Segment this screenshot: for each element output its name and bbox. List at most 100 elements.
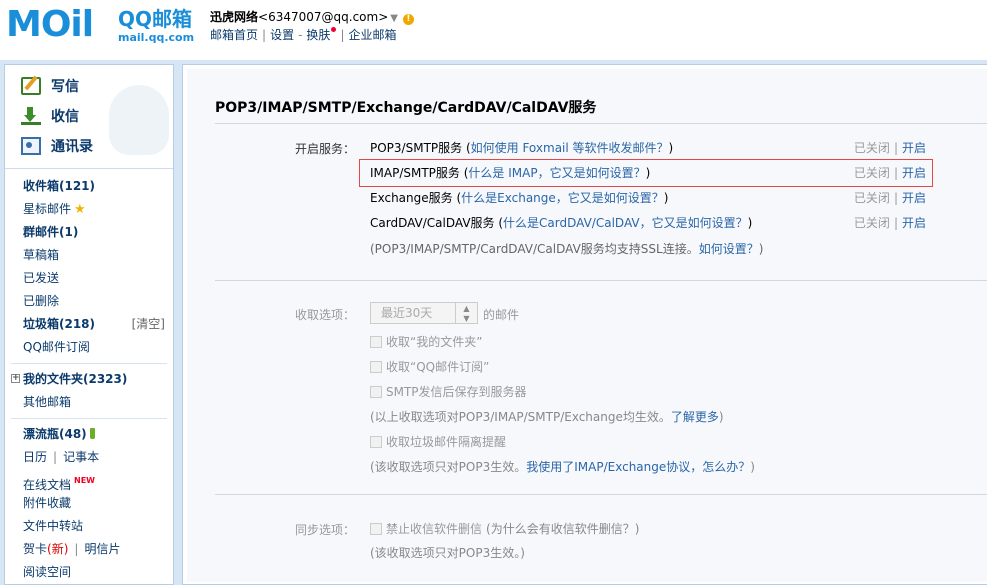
receive-note: (以上收取选项对POP3/IMAP/SMTP/Exchange均生效。了解更多) <box>370 408 724 425</box>
receive-label: 收信 <box>51 109 79 125</box>
enable-pop3-button[interactable]: 开启 <box>902 141 926 155</box>
folder-myfolders-label: 我的文件夹(2323) <box>23 372 128 386</box>
section-heading: POP3/IMAP/SMTP/Exchange/CardDAV/CalDAV服务 <box>215 100 597 116</box>
status-exchange: 已关闭 | 开启 <box>854 189 926 206</box>
divider: - <box>298 28 303 42</box>
divider: | <box>893 166 898 180</box>
divider: | <box>262 28 267 42</box>
delete-help[interactable]: (为什么会有收信软件删信？) <box>486 520 639 537</box>
help-link[interactable]: 如何使用 Foxmail 等软件收发邮件？ <box>471 141 669 155</box>
folder-starred-label: 星标邮件 <box>23 202 72 216</box>
folder-group[interactable]: 群邮件(1) <box>5 221 173 244</box>
contact-card-icon <box>21 137 41 155</box>
folder-starred[interactable]: 星标邮件 ★ <box>5 198 173 221</box>
star-icon: ★ <box>74 202 86 217</box>
status-off: 已关闭 <box>853 191 890 205</box>
folder-deleted[interactable]: 已删除 <box>5 290 173 313</box>
account-dropdown-icon[interactable]: ▼ <box>390 13 398 24</box>
cb-subscribe[interactable]: 收取“QQ邮件订阅” <box>370 358 489 375</box>
app-reading[interactable]: 阅读空间 <box>5 561 173 584</box>
imap-help-link[interactable]: 我使用了IMAP/Exchange协议，怎么办？ <box>526 460 750 474</box>
compose-label: 写信 <box>51 79 79 95</box>
cb-label: 禁止收信软件删信 <box>386 522 483 536</box>
compose-button[interactable]: 写信 <box>21 75 79 97</box>
contacts-label: 通讯录 <box>51 139 93 155</box>
pop3-note: (该收取选项只对POP3生效。我使用了IMAP/Exchange协议，怎么办？) <box>370 458 755 475</box>
app-bottle[interactable]: 漂流瓶(48) <box>5 423 173 446</box>
brand[interactable]: QQ邮箱 mail.qq.com <box>118 8 194 44</box>
status-carddav: 已关闭 | 开启 <box>854 214 926 231</box>
receive-button[interactable]: 收信 <box>21 105 79 127</box>
link-skin[interactable]: 换肤 <box>306 28 330 42</box>
enable-exchange-button[interactable]: 开启 <box>902 191 926 205</box>
service-name: IMAP/SMTP服务 <box>370 166 460 180</box>
card-new-badge: (新) <box>47 542 69 556</box>
app-attachments[interactable]: 附件收藏 <box>5 492 173 515</box>
settings-content: POP3/IMAP/SMTP/Exchange/CardDAV/CalDAV服务… <box>187 69 987 582</box>
new-badge: NEW <box>74 476 95 485</box>
link-enterprise[interactable]: 企业邮箱 <box>348 28 396 42</box>
note-text: (以上收取选项对POP3/IMAP/SMTP/Exchange均生效。 <box>370 410 671 424</box>
header: MOil QQ邮箱 mail.qq.com 迅虎网络<6347007@qq.co… <box>0 0 987 60</box>
app-greeting-card[interactable]: 贺卡(新) <box>23 542 68 556</box>
receive-range-select[interactable]: 最近30天 ▲ ▼ <box>370 302 478 324</box>
app-calendar-notes: 日历 | 记事本 <box>5 446 173 469</box>
cb-no-delete[interactable]: 禁止收信软件删信 (为什么会有收信软件删信？) <box>370 520 639 537</box>
clear-spam-link[interactable]: [清空] <box>132 313 165 336</box>
app-postcard[interactable]: 明信片 <box>84 542 120 556</box>
enable-imap-button[interactable]: 开启 <box>902 166 926 180</box>
enable-carddav-button[interactable]: 开启 <box>902 216 926 230</box>
help-link[interactable]: 什么是CardDAV/CalDAV，它又是如何设置？ <box>503 216 748 230</box>
download-icon <box>21 107 41 125</box>
checkbox[interactable] <box>370 435 382 448</box>
service-name: CardDAV/CalDAV服务 <box>370 216 495 230</box>
checkbox[interactable] <box>370 385 382 398</box>
expand-icon[interactable]: + <box>11 374 20 383</box>
folder-subscribe[interactable]: QQ邮件订阅 <box>5 336 173 359</box>
learn-more-link[interactable]: 了解更多 <box>671 410 719 424</box>
folder-spam[interactable]: 垃圾箱(218) [清空] <box>5 313 173 336</box>
paren-open: ( <box>462 141 471 155</box>
user-account[interactable]: 迅虎网络<6347007@qq.com> ▼! <box>210 8 414 25</box>
sync-note: (该收取选项只对POP3生效。) <box>370 546 525 560</box>
service-name: Exchange服务 <box>370 191 453 205</box>
divider <box>215 494 987 495</box>
cb-myfolders[interactable]: 收取“我的文件夹” <box>370 333 482 350</box>
alert-icon[interactable]: ! <box>402 14 414 25</box>
app-docs[interactable]: 在线文档 NEW <box>5 469 173 492</box>
receive-range-value: 最近30天 <box>381 306 433 320</box>
status-off: 已关闭 <box>853 216 890 230</box>
sync-options-label: 同步选项： <box>294 523 355 537</box>
contacts-button[interactable]: 通讯录 <box>21 135 93 157</box>
folder-myfolders[interactable]: + 我的文件夹(2323) <box>5 368 173 391</box>
app-bottle-label: 漂流瓶(48) <box>23 427 87 441</box>
folder-other[interactable]: 其他邮箱 <box>5 391 173 414</box>
app-transfer[interactable]: 文件中转站 <box>5 515 173 538</box>
note-text: (该收取选项只对POP3生效。 <box>370 460 527 474</box>
note-end: ) <box>750 460 755 474</box>
service-name: POP3/SMTP服务 <box>370 141 463 155</box>
folder-inbox[interactable]: 收件箱(121) <box>5 175 173 198</box>
link-settings[interactable]: 设置 <box>270 28 294 42</box>
link-home[interactable]: 邮箱首页 <box>210 28 258 42</box>
app-notes[interactable]: 记事本 <box>63 450 99 464</box>
folder-sent[interactable]: 已发送 <box>5 267 173 290</box>
folder-drafts[interactable]: 草稿箱 <box>5 244 173 267</box>
help-link[interactable]: 什么是 IMAP，它又是如何设置？ <box>468 166 645 180</box>
checkbox[interactable] <box>370 335 382 348</box>
ssl-note: (POP3/IMAP/SMTP/CardDAV/CalDAV服务均支持SSL连接… <box>370 240 763 257</box>
divider: | <box>893 216 898 230</box>
main-panel: POP3/IMAP/SMTP/Exchange/CardDAV/CalDAV服务… <box>182 64 987 585</box>
service-imap: IMAP/SMTP服务 (什么是 IMAP，它又是如何设置？) <box>370 164 650 181</box>
help-link[interactable]: 什么是Exchange，它又是如何设置？ <box>461 191 664 205</box>
checkbox[interactable] <box>370 360 382 373</box>
qqmail-logo[interactable]: MOil <box>6 6 112 44</box>
ssl-help-link[interactable]: 如何设置？ <box>699 242 759 256</box>
spinner-icon[interactable]: ▲ ▼ <box>455 303 477 323</box>
cb-smtp-save[interactable]: SMTP发信后保存到服务器 <box>370 383 527 400</box>
app-calendar[interactable]: 日历 <box>23 450 47 464</box>
cb-spam-alert[interactable]: 收取垃圾邮件隔离提醒 <box>370 433 506 450</box>
divider: | <box>893 191 898 205</box>
checkbox[interactable] <box>370 522 382 535</box>
cb-label: 收取“QQ邮件订阅” <box>386 360 490 374</box>
